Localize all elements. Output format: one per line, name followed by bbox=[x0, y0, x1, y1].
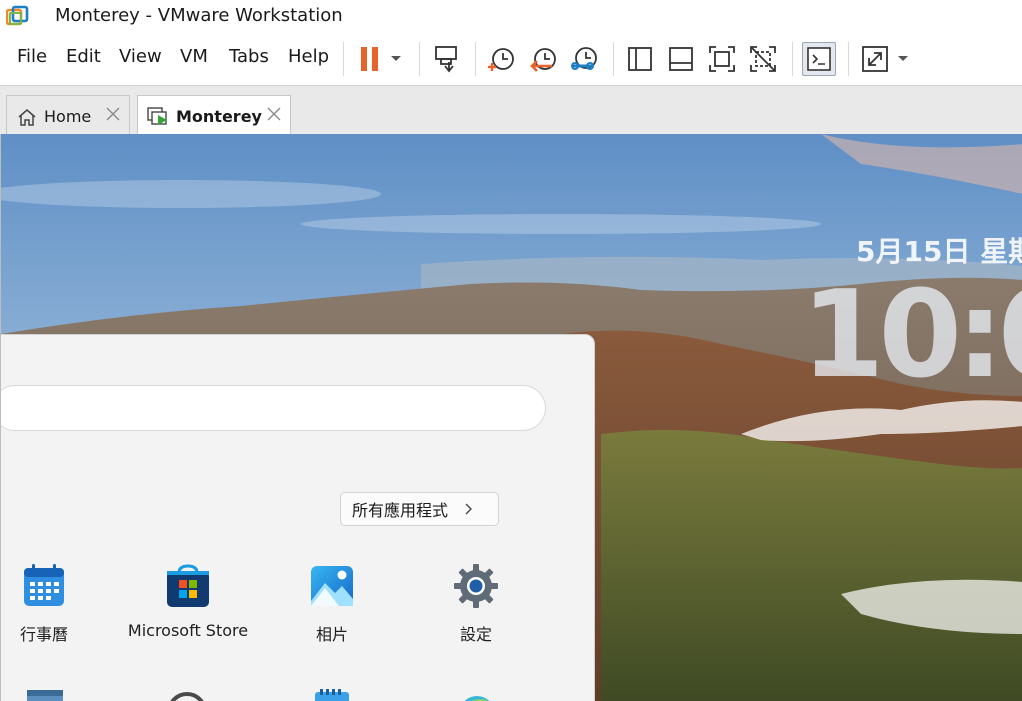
menu-vm[interactable]: VM bbox=[180, 46, 208, 67]
toolbar-separator bbox=[613, 42, 614, 76]
edge-browser-icon[interactable] bbox=[457, 688, 497, 701]
toolbar-separator bbox=[343, 42, 344, 76]
thumbnail-bar-button[interactable] bbox=[664, 42, 698, 76]
stretch-dropdown-button[interactable] bbox=[890, 42, 916, 76]
toolbar-separator bbox=[475, 42, 476, 76]
pinned-app-label: 行事曆 bbox=[19, 625, 68, 644]
pinned-app-label: 相片 bbox=[315, 625, 348, 644]
revert-snapshot-button[interactable] bbox=[526, 42, 560, 76]
start-search-input[interactable] bbox=[1, 385, 546, 431]
show-library-button[interactable] bbox=[623, 42, 657, 76]
pinned-app-microsoft-store[interactable]: Microsoft Store bbox=[123, 563, 253, 640]
menu-help[interactable]: Help bbox=[288, 46, 329, 67]
clock-icon[interactable] bbox=[167, 688, 207, 701]
tab-monterey-label: Monterey bbox=[176, 107, 262, 126]
tab-home[interactable]: Home bbox=[6, 95, 130, 135]
send-ctrl-alt-del-button[interactable] bbox=[429, 42, 463, 76]
unity-button[interactable] bbox=[746, 42, 780, 76]
dropdown-arrow-icon bbox=[898, 56, 908, 61]
stretch-guest-button[interactable] bbox=[858, 42, 892, 76]
power-dropdown-button[interactable] bbox=[382, 42, 410, 76]
menu-tabs[interactable]: Tabs bbox=[229, 46, 269, 67]
toolbar-separator bbox=[419, 42, 420, 76]
dropdown-arrow-icon bbox=[391, 56, 401, 61]
full-screen-icon bbox=[709, 46, 735, 72]
snapshot-revert-icon bbox=[530, 48, 556, 72]
vm-running-icon bbox=[147, 107, 167, 125]
snapshot-manager-icon bbox=[571, 47, 597, 70]
close-icon[interactable] bbox=[264, 104, 284, 124]
toolbar-separator bbox=[848, 42, 849, 76]
menu-file[interactable]: File bbox=[17, 46, 47, 67]
guest-display[interactable]: 5月15日 星期 10:0 所有應用程式 行事曆 bbox=[0, 134, 1022, 701]
full-screen-button[interactable] bbox=[705, 42, 739, 76]
console-view-icon bbox=[807, 47, 831, 71]
stretch-guest-icon bbox=[862, 46, 888, 72]
all-apps-label: 所有應用程式 bbox=[352, 501, 449, 520]
start-menu: 所有應用程式 行事曆 Microsoft Store 相片 設定 bbox=[1, 334, 595, 701]
lockscreen-time: 10:0 bbox=[801, 266, 1022, 405]
snapshot-take-icon bbox=[488, 48, 514, 71]
chevron-right-icon bbox=[465, 503, 473, 515]
unity-icon bbox=[750, 46, 776, 72]
tab-monterey[interactable]: Monterey bbox=[137, 95, 291, 135]
tab-strip: Home Monterey bbox=[0, 85, 1022, 135]
pinned-app-settings[interactable]: 設定 bbox=[411, 563, 541, 645]
window-title: Monterey - VMware Workstation bbox=[55, 5, 343, 26]
pinned-app-label: Microsoft Store bbox=[127, 621, 249, 640]
snapshot-manager-button[interactable] bbox=[567, 42, 601, 76]
take-snapshot-button[interactable] bbox=[484, 42, 518, 76]
notepad-icon[interactable] bbox=[312, 688, 352, 701]
pause-icon bbox=[361, 47, 378, 71]
home-icon bbox=[18, 109, 36, 126]
send-ctrl-alt-del-icon bbox=[435, 46, 457, 73]
monitor-icon[interactable] bbox=[25, 688, 65, 701]
menu-toolbar: File Edit View VM Tabs Help bbox=[0, 34, 1022, 84]
pinned-app-photos[interactable]: 相片 bbox=[267, 563, 397, 645]
menu-view[interactable]: View bbox=[119, 46, 162, 67]
all-apps-button[interactable]: 所有應用程式 bbox=[340, 492, 499, 526]
title-bar: Monterey - VMware Workstation bbox=[0, 0, 1022, 32]
console-view-button[interactable] bbox=[802, 42, 836, 76]
settings-gear-icon bbox=[454, 564, 498, 608]
tab-home-label: Home bbox=[44, 107, 92, 126]
close-icon[interactable] bbox=[103, 104, 123, 124]
pinned-app-calendar[interactable]: 行事曆 bbox=[1, 563, 109, 645]
microsoft-store-icon bbox=[167, 564, 209, 607]
photos-icon bbox=[311, 566, 353, 606]
calendar-icon bbox=[24, 564, 64, 606]
pinned-app-label: 設定 bbox=[459, 625, 492, 644]
toolbar-separator bbox=[792, 42, 793, 76]
menu-edit[interactable]: Edit bbox=[66, 46, 101, 67]
thumbnail-bar-icon bbox=[669, 47, 693, 71]
vmware-logo-icon bbox=[6, 5, 29, 26]
lockscreen-date: 5月15日 星期 bbox=[856, 235, 1022, 268]
library-sidebar-icon bbox=[628, 47, 652, 71]
